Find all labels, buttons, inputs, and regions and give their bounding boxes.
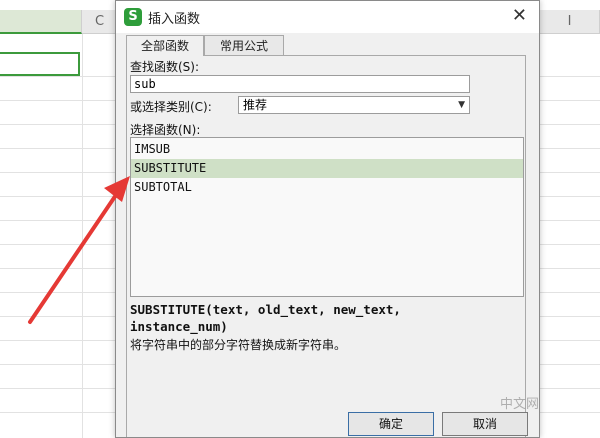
column-letter: I	[567, 14, 572, 29]
dialog-titlebar[interactable]: S 插入函数 ✕	[116, 1, 539, 33]
list-item[interactable]: SUBTOTAL	[131, 178, 523, 197]
search-input[interactable]: sub	[130, 75, 470, 93]
watermark-text: 中文网	[500, 397, 540, 412]
list-item-selected[interactable]: SUBSTITUTE	[131, 159, 523, 178]
function-listbox[interactable]: IMSUB SUBSTITUTE SUBTOTAL	[130, 137, 524, 297]
function-list-label: 选择函数(N):	[130, 123, 201, 137]
dialog-title: 插入函数	[148, 12, 201, 27]
list-item[interactable]: IMSUB	[131, 140, 523, 159]
grid-column-line	[82, 34, 83, 438]
category-label: 或选择类别(C):	[130, 100, 212, 114]
category-value: 推荐	[243, 98, 268, 112]
tab-common-formulas[interactable]: 常用公式	[204, 35, 284, 55]
column-header-i[interactable]: I	[540, 10, 600, 34]
function-syntax: SUBSTITUTE(text, old_text, new_text, ins…	[130, 302, 401, 334]
tab-all-functions[interactable]: 全部函数	[126, 35, 204, 56]
active-cell[interactable]	[0, 52, 80, 76]
function-description: 将字符串中的部分字符替换成新字符串。	[130, 338, 347, 352]
column-header-c[interactable]: C	[82, 10, 118, 34]
cancel-button[interactable]: 取消	[442, 412, 528, 436]
dropdown-arrow-icon: ▼	[458, 100, 465, 110]
search-label: 查找函数(S):	[130, 60, 200, 74]
ok-button[interactable]: 确定	[348, 412, 434, 436]
wps-app-icon: S	[124, 8, 142, 26]
insert-function-dialog: S 插入函数 ✕ 全部函数 常用公式 查找函数(S): sub 或选择类别(C)…	[115, 0, 540, 438]
close-icon[interactable]: ✕	[512, 5, 527, 26]
column-letter: C	[94, 14, 105, 29]
category-select[interactable]: 推荐 ▼	[238, 96, 470, 114]
column-header-selected[interactable]	[0, 10, 82, 34]
